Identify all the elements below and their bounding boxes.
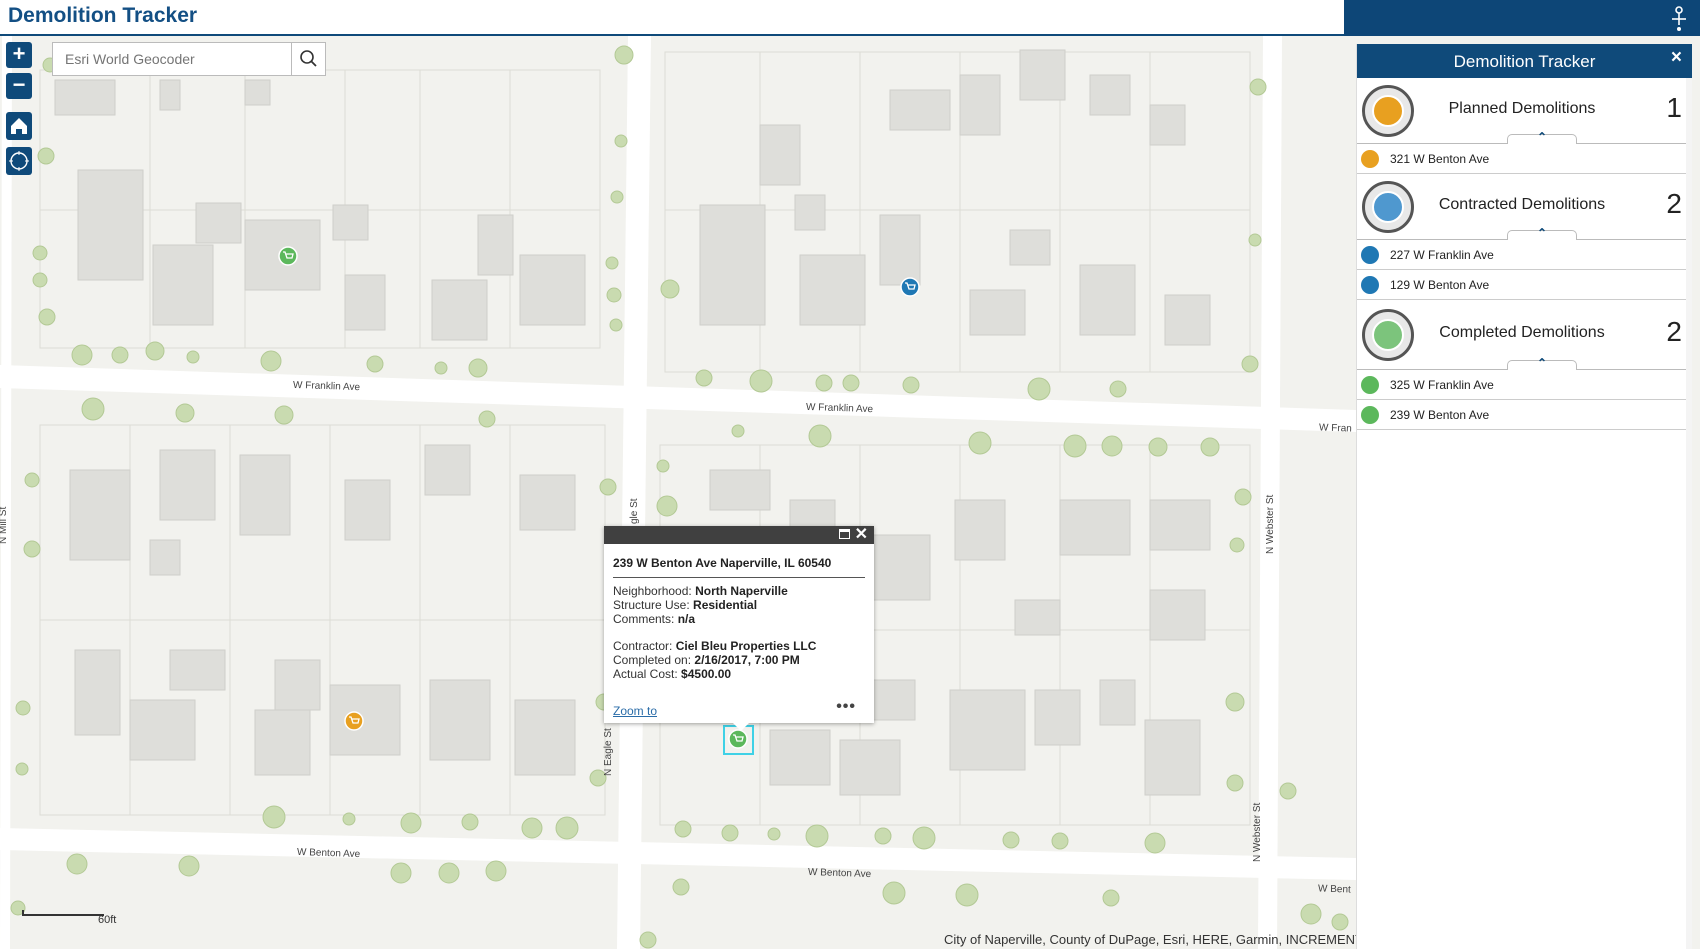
popup-title: 239 W Benton Ave Naperville, IL 60540 <box>613 556 832 570</box>
field-label: Neighborhood: <box>613 584 692 598</box>
category-planned[interactable]: Planned Demolitions 1 ⌃ <box>1357 78 1692 144</box>
panel-title: Demolition Tracker <box>1453 52 1596 71</box>
category-contracted[interactable]: Contracted Demolitions 2 ⌃ <box>1357 174 1692 240</box>
scale-bar <box>22 910 104 916</box>
popup-content: Neighborhood: North Naperville Structure… <box>613 584 816 681</box>
list-item[interactable]: 227 W Franklin Ave <box>1357 240 1692 270</box>
category-completed[interactable]: Completed Demolitions 2 ⌃ <box>1357 300 1692 370</box>
category-count: 2 <box>1666 188 1682 219</box>
category-count: 2 <box>1666 316 1682 347</box>
popup-pointer <box>732 722 750 731</box>
map-attribution: City of Naperville, County of DuPage, Es… <box>944 932 1356 947</box>
item-label: 129 W Benton Ave <box>1390 278 1490 292</box>
street-label: N Eagle St <box>603 728 614 776</box>
street-label: W Franklin Ave <box>292 379 361 394</box>
item-label: 321 W Benton Ave <box>1390 152 1490 166</box>
street-label: W Bent <box>1317 883 1351 896</box>
street-label: W Benton Ave <box>807 866 872 881</box>
item-label: 227 W Franklin Ave <box>1390 248 1494 262</box>
street-label: W Fran <box>1318 422 1352 435</box>
field-value: Ciel Bleu Properties LLC <box>675 639 817 653</box>
collapse-toggle[interactable]: ⌃ <box>1507 356 1577 370</box>
panel-close-button[interactable]: × <box>1671 47 1682 69</box>
contracted-demolition-marker[interactable] <box>900 277 920 297</box>
chevron-up-icon: ⌃ <box>1536 226 1548 240</box>
popup-header: ✕ <box>604 526 874 544</box>
field-label: Contractor: <box>613 639 673 653</box>
field-value: n/a <box>677 612 696 626</box>
popup-close-button[interactable]: ✕ <box>855 526 868 544</box>
field-label: Structure Use: <box>613 598 690 612</box>
list-item[interactable]: 239 W Benton Ave <box>1357 400 1692 430</box>
completed-icon <box>1362 309 1414 361</box>
item-label: 239 W Benton Ave <box>1390 408 1490 422</box>
field-value: 2/16/2017, 7:00 PM <box>694 653 800 667</box>
contracted-icon <box>1362 181 1414 233</box>
app-header: Demolition Tracker <box>0 0 1700 36</box>
basemap <box>0 36 1356 949</box>
header-toolbar <box>1344 0 1700 36</box>
zoom-out-button[interactable]: − <box>6 73 32 99</box>
field-label: Actual Cost: <box>613 667 678 681</box>
field-value: North Naperville <box>695 584 788 598</box>
feature-popup: ✕ 239 W Benton Ave Naperville, IL 60540 … <box>604 526 874 731</box>
search-button[interactable] <box>291 43 325 75</box>
category-label: Contracted Demolitions <box>1438 196 1606 213</box>
zoom-in-button[interactable]: + <box>6 42 32 68</box>
home-button[interactable] <box>6 112 32 140</box>
field-label: Comments: <box>613 612 675 626</box>
contracted-marker-icon <box>1361 276 1379 294</box>
planned-marker-icon <box>1361 150 1379 168</box>
list-item[interactable]: 129 W Benton Ave <box>1357 270 1692 300</box>
geocoder-search <box>52 42 326 76</box>
search-icon <box>300 50 317 67</box>
item-label: 325 W Franklin Ave <box>1390 378 1494 392</box>
field-value: $4500.00 <box>681 667 732 681</box>
collapse-toggle[interactable]: ⌃ <box>1507 130 1577 144</box>
category-label: Planned Demolitions <box>1448 100 1596 117</box>
demolition-panel: Demolition Tracker × Planned Demolitions… <box>1356 44 1692 949</box>
zoom-to-link[interactable]: Zoom to <box>613 704 657 718</box>
collapse-toggle[interactable]: ⌃ <box>1507 226 1577 240</box>
chevron-up-icon: ⌃ <box>1536 130 1548 144</box>
scale-label: 60ft <box>98 914 117 926</box>
completed-marker-icon <box>1361 406 1379 424</box>
field-value: Residential <box>693 598 758 612</box>
panel-header: Demolition Tracker × <box>1357 44 1692 78</box>
category-label: Completed Demolitions <box>1439 324 1605 341</box>
category-count: 1 <box>1666 92 1682 123</box>
popup-divider <box>613 577 865 578</box>
street-label: N Webster St <box>1252 802 1263 862</box>
more-actions-button[interactable]: ••• <box>836 698 856 716</box>
locate-icon <box>9 151 29 171</box>
completed-marker-icon <box>1361 376 1379 394</box>
planned-icon <box>1362 85 1414 137</box>
street-label: W Benton Ave <box>296 846 361 861</box>
search-input[interactable] <box>53 43 293 75</box>
street-label: N Mill St <box>0 506 9 544</box>
field-label: Completed on: <box>613 653 692 667</box>
locate-button[interactable] <box>6 147 32 175</box>
map-view[interactable]: W Franklin Ave W Franklin Ave W Fran W B… <box>0 36 1356 949</box>
completed-demolition-marker[interactable] <box>728 729 748 749</box>
list-item[interactable]: 325 W Franklin Ave <box>1357 370 1692 400</box>
list-item[interactable]: 321 W Benton Ave <box>1357 144 1692 174</box>
planned-demolition-marker[interactable] <box>344 711 364 731</box>
street-label: W Franklin Ave <box>805 401 874 416</box>
network-icon[interactable] <box>1668 5 1690 33</box>
chevron-up-icon: ⌃ <box>1536 356 1548 370</box>
completed-demolition-marker[interactable] <box>278 246 298 266</box>
app-title: Demolition Tracker <box>8 4 198 27</box>
home-icon <box>11 118 27 134</box>
panel-scrollbar[interactable] <box>1686 78 1692 949</box>
contracted-marker-icon <box>1361 246 1379 264</box>
maximize-icon[interactable] <box>839 529 850 539</box>
street-label: gle St <box>629 498 640 524</box>
street-label: N Webster St <box>1265 494 1276 554</box>
